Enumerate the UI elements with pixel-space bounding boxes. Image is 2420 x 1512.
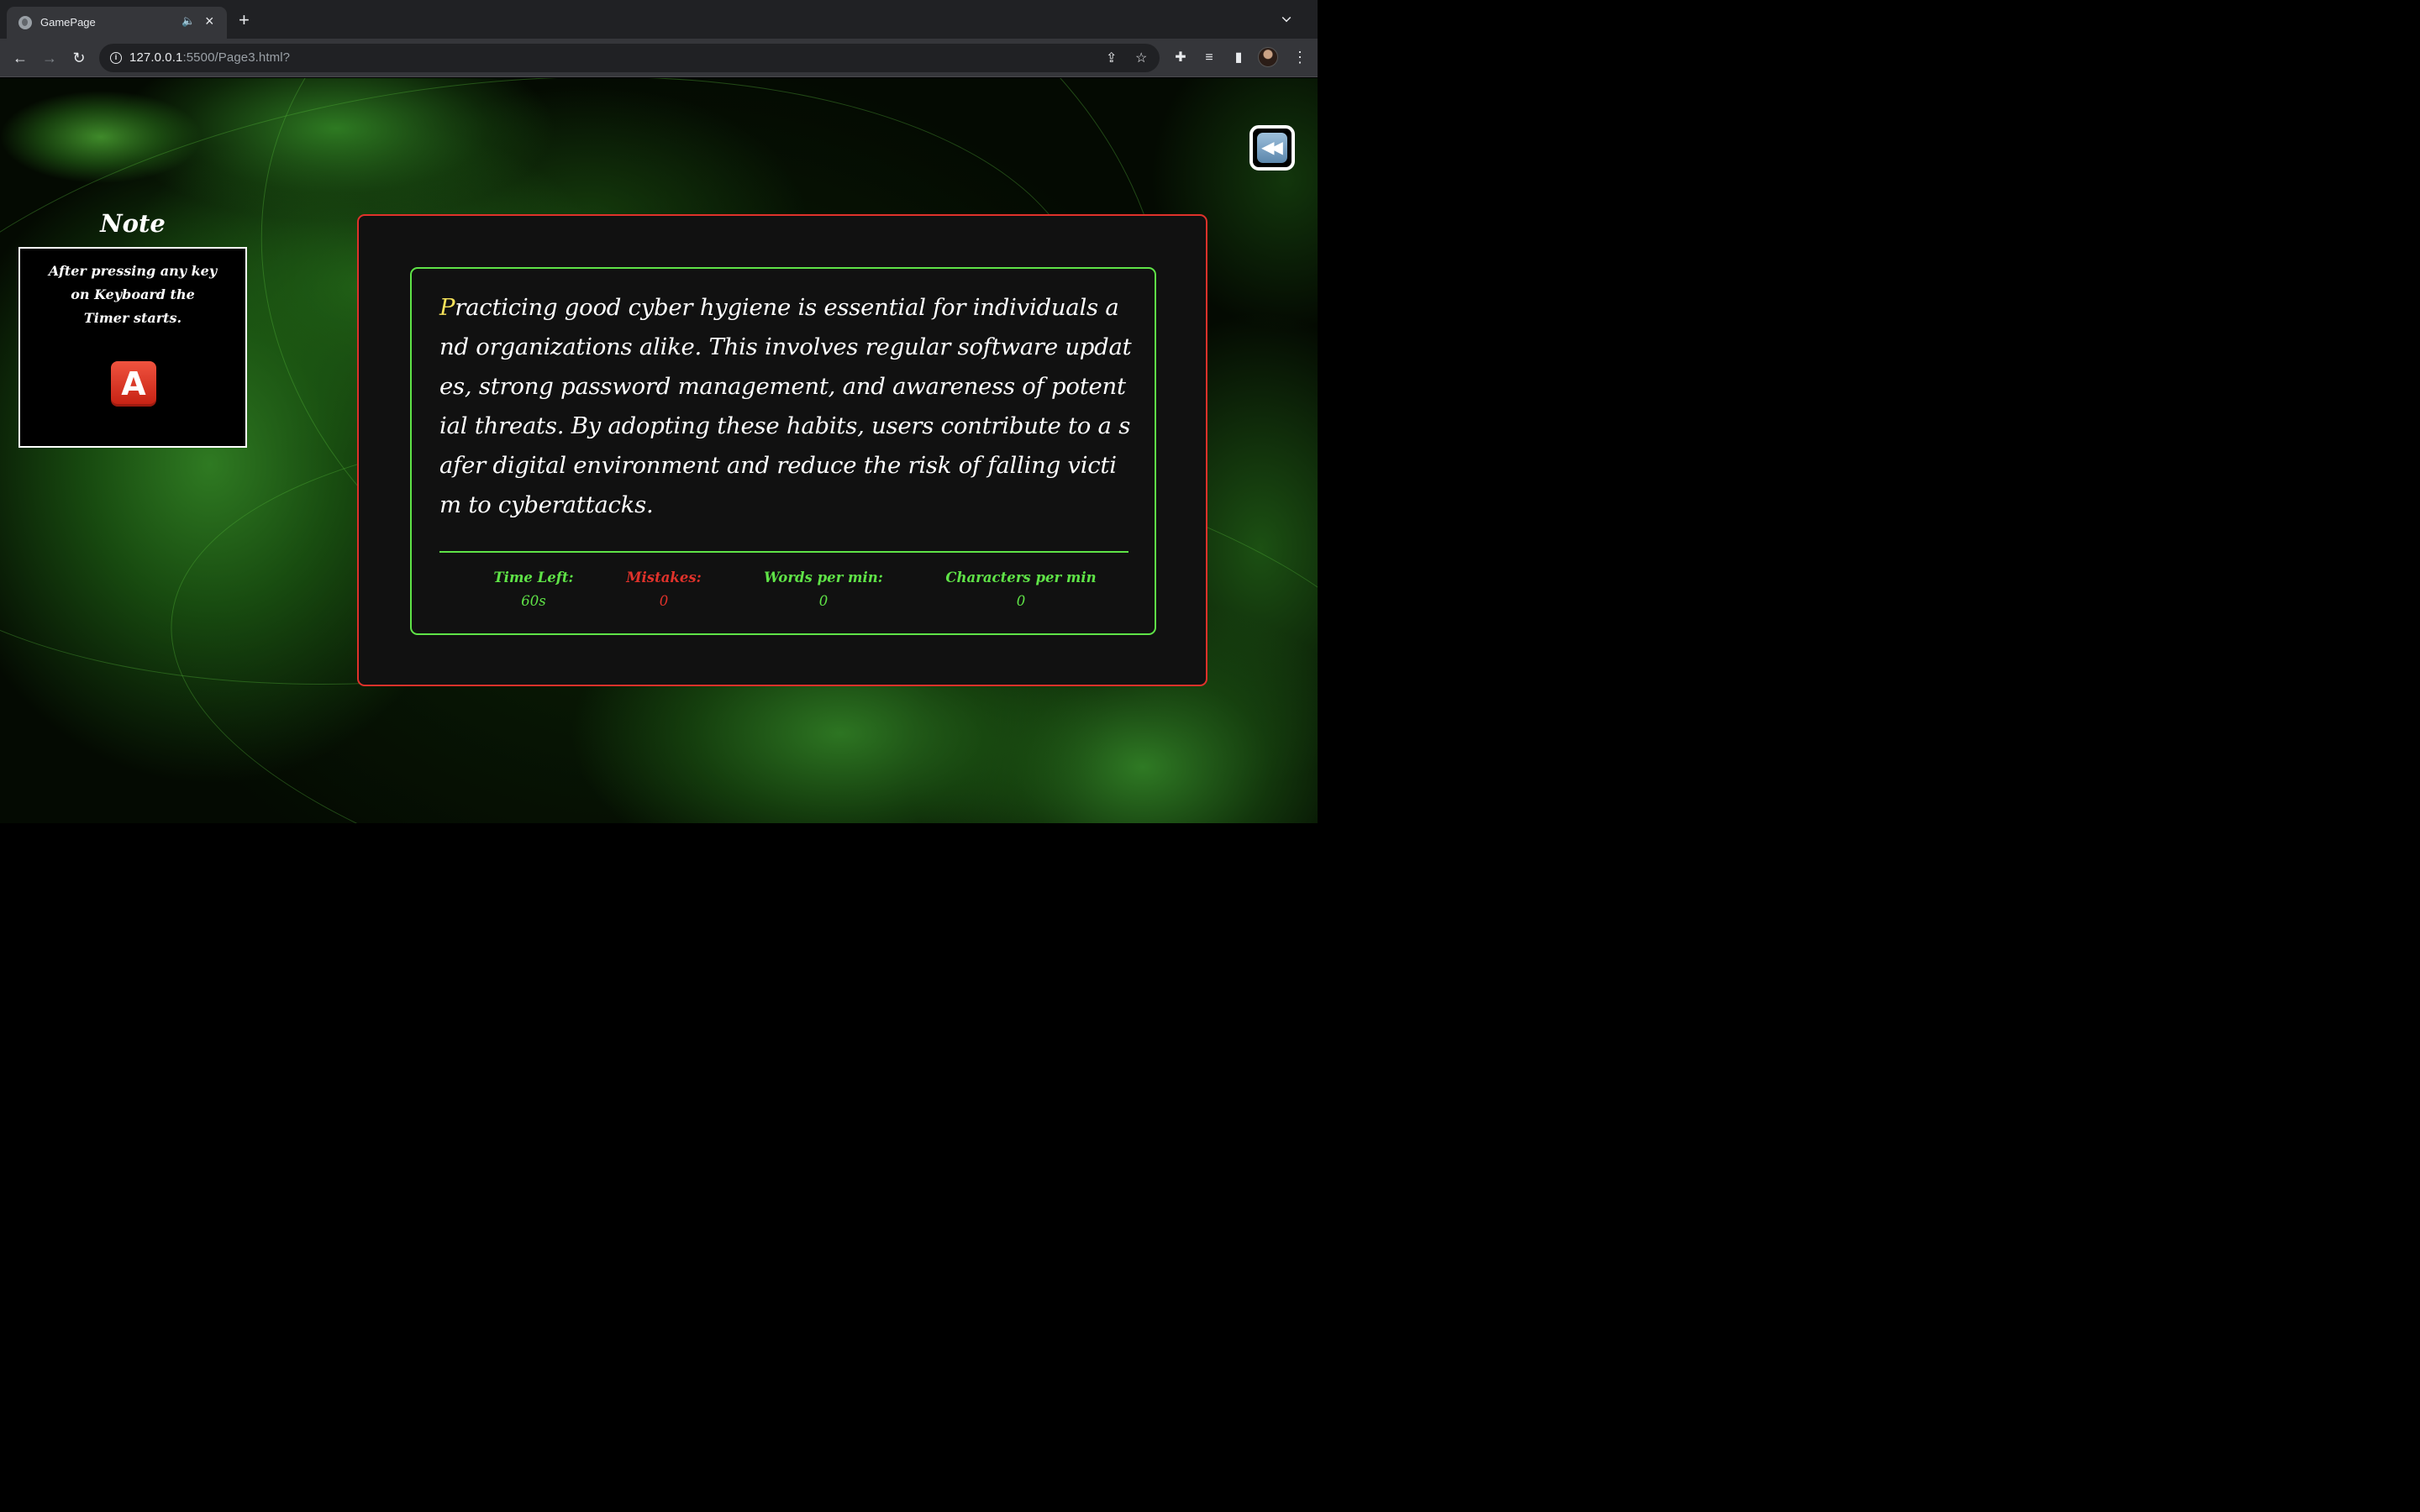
url-text[interactable]: 127.0.0.1:5500/Page3.html? <box>129 50 290 65</box>
letter-a-key-icon: A <box>111 361 156 407</box>
wpm-value: 0 <box>818 593 829 609</box>
plus-icon[interactable]: + <box>239 11 250 29</box>
stat-mistakes: Mistakes: 0 <box>618 566 710 613</box>
mistakes-value: 0 <box>659 593 669 609</box>
forward-arrow-icon[interactable]: → <box>39 48 60 68</box>
browser-toolbar: ← → ↻ i 127.0.0.1:5500/Page3.html? ⇪ ☆ ✚… <box>0 39 1318 77</box>
note-box: After pressing any key on Keyboard the T… <box>18 247 247 448</box>
speaker-icon[interactable]: 🔈 <box>182 14 195 28</box>
browser-tab[interactable]: GamePage 🔈 × <box>7 7 227 39</box>
current-char: P <box>439 294 455 321</box>
divider <box>439 551 1128 553</box>
time-value: 60s <box>521 593 546 609</box>
share-icon[interactable]: ⇪ <box>1106 50 1117 66</box>
stat-cpm: Characters per min 0 <box>941 566 1101 613</box>
address-bar[interactable]: i 127.0.0.1:5500/Page3.html? ⇪ ☆ <box>99 44 1160 72</box>
avatar[interactable] <box>1258 47 1278 67</box>
note-title: Note <box>100 209 166 238</box>
browser-tab-bar: GamePage 🔈 × + <box>0 0 1318 39</box>
info-icon[interactable]: i <box>110 52 122 64</box>
cpm-value: 0 <box>1016 593 1026 609</box>
star-icon[interactable]: ☆ <box>1135 50 1147 66</box>
typing-panel[interactable]: Practicing good cyber hygiene is essenti… <box>410 267 1156 635</box>
media-icon[interactable]: ≡ <box>1200 49 1218 67</box>
reload-icon[interactable]: ↻ <box>69 48 89 68</box>
tab-title: GamePage <box>40 16 96 29</box>
back-button[interactable]: ◀◀ <box>1249 125 1295 171</box>
back-arrow-icon[interactable]: ← <box>10 48 30 68</box>
note-text: After pressing any key on Keyboard the T… <box>48 263 218 326</box>
sidepanel-icon[interactable]: ▮ <box>1229 49 1248 67</box>
stat-wpm: Words per min: 0 <box>760 566 886 613</box>
chevron-down-icon[interactable] <box>1281 13 1292 23</box>
stat-time-left: Time Left: 60s <box>479 566 588 613</box>
rewind-icon: ◀◀ <box>1257 133 1287 163</box>
remaining-text: racticing good cyber hygiene is essentia… <box>439 294 1132 518</box>
puzzle-icon[interactable]: ✚ <box>1171 49 1190 67</box>
typing-paragraph[interactable]: Practicing good cyber hygiene is essenti… <box>439 288 1132 525</box>
close-icon[interactable]: × <box>205 13 214 29</box>
game-container: Practicing good cyber hygiene is essenti… <box>357 214 1207 686</box>
globe-favicon-icon <box>18 16 32 29</box>
menu-icon[interactable]: ⋮ <box>1292 47 1307 67</box>
game-page: Note After pressing any key on Keyboard … <box>0 78 1318 823</box>
